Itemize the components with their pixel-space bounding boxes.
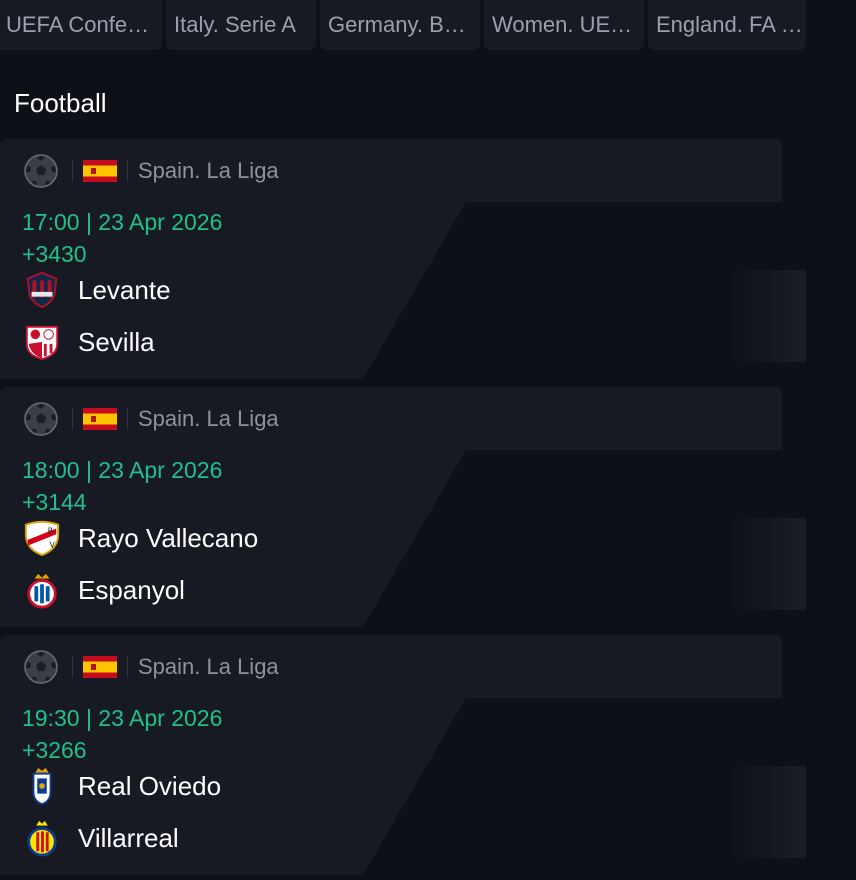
match-header: Spain. La Liga [0, 387, 782, 450]
tab-italy-serie-a[interactable]: Italy. Serie A [166, 0, 316, 50]
match-header: Spain. La Liga [0, 635, 782, 698]
away-team[interactable]: Sevilla [22, 320, 155, 364]
league-tabs: UEFA Confe… Italy. Serie A Germany. B… W… [0, 0, 856, 50]
tab-germany[interactable]: Germany. B… [320, 0, 480, 50]
odds-panel[interactable] [726, 270, 806, 362]
rayo-vallecano-crest-icon: RV [22, 518, 62, 558]
divider [127, 159, 128, 182]
soccer-ball-icon [24, 649, 58, 684]
soccer-ball-icon [24, 401, 58, 436]
divider [72, 407, 73, 430]
league-name[interactable]: Spain. La Liga [138, 654, 279, 680]
svg-text:R: R [48, 526, 54, 535]
team-name: Rayo Vallecano [78, 522, 259, 553]
home-team[interactable]: Levante [22, 268, 171, 312]
spain-flag-icon [83, 407, 117, 430]
espanyol-crest-icon [22, 570, 62, 610]
sevilla-crest-icon [22, 322, 62, 362]
markets-count[interactable]: +3430 [22, 241, 87, 268]
match-card[interactable]: Spain. La Liga 17:00 | 23 Apr 2026 +3430… [0, 139, 856, 379]
home-team[interactable]: Real Oviedo [22, 764, 221, 808]
league-name[interactable]: Spain. La Liga [138, 158, 279, 184]
spain-flag-icon [83, 159, 117, 182]
home-team[interactable]: RV Rayo Vallecano [22, 516, 258, 560]
tab-uefa-conference[interactable]: UEFA Confe… [0, 0, 162, 50]
odds-panel[interactable] [726, 766, 806, 858]
match-card[interactable]: Spain. La Liga 18:00 | 23 Apr 2026 +3144… [0, 387, 856, 627]
match-datetime: 18:00 | 23 Apr 2026 [22, 457, 223, 483]
away-team[interactable]: Villarreal [22, 816, 179, 860]
league-name[interactable]: Spain. La Liga [138, 406, 279, 432]
villarreal-crest-icon [22, 818, 62, 858]
match-header: Spain. La Liga [0, 139, 782, 202]
match-datetime: 17:00 | 23 Apr 2026 [22, 209, 223, 235]
odds-panel[interactable] [726, 518, 806, 610]
match-card[interactable]: Spain. La Liga 19:30 | 23 Apr 2026 +3266… [0, 635, 856, 875]
divider [72, 655, 73, 678]
team-name: Real Oviedo [78, 770, 222, 801]
levante-crest-icon [22, 270, 62, 310]
team-name: Sevilla [78, 326, 155, 357]
away-team[interactable]: Espanyol [22, 568, 185, 612]
spain-flag-icon [83, 655, 117, 678]
markets-count[interactable]: +3266 [22, 737, 87, 764]
team-name: Levante [78, 274, 171, 305]
match-datetime: 19:30 | 23 Apr 2026 [22, 705, 223, 731]
markets-count[interactable]: +3144 [22, 489, 87, 516]
svg-text:V: V [50, 541, 56, 550]
section-title: Football [14, 88, 107, 118]
real-oviedo-crest-icon [22, 766, 62, 806]
divider [127, 407, 128, 430]
tab-women-uefa[interactable]: Women. UE… [484, 0, 644, 50]
team-name: Espanyol [78, 574, 185, 605]
team-name: Villarreal [78, 822, 179, 853]
soccer-ball-icon [24, 153, 58, 188]
divider [127, 655, 128, 678]
tab-england-fa[interactable]: England. FA … [648, 0, 806, 50]
divider [72, 159, 73, 182]
